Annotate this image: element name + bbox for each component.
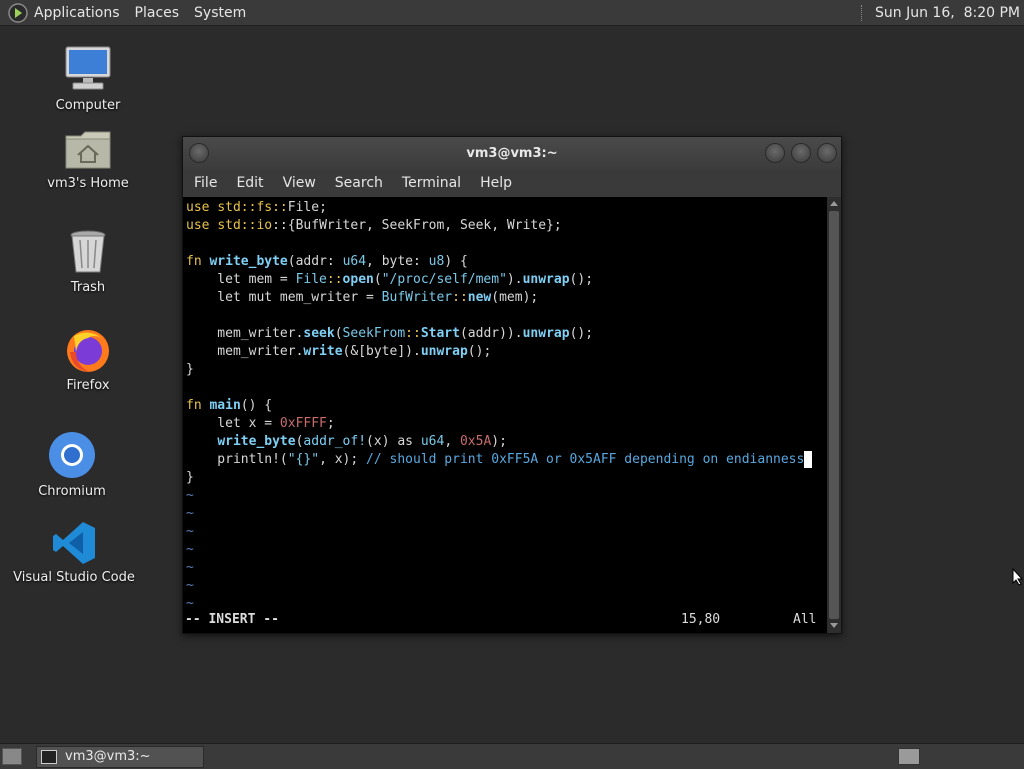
mouse-pointer-icon xyxy=(1012,568,1024,586)
desktop-icon-label: Firefox xyxy=(66,378,110,393)
menu-help[interactable]: Help xyxy=(480,175,512,191)
empty-line-marker: ~ xyxy=(186,578,194,593)
terminal-window[interactable]: vm3@vm3:~ File Edit View Search Terminal… xyxy=(182,136,842,634)
menu-terminal[interactable]: Terminal xyxy=(402,175,461,191)
desktop-icon-label: Chromium xyxy=(38,484,106,499)
desktop-icon-home[interactable]: vm3's Home xyxy=(47,128,129,191)
chromium-icon xyxy=(49,432,95,478)
applications-menu[interactable]: Applications xyxy=(34,5,129,21)
desktop-icon-label: Visual Studio Code xyxy=(13,570,135,585)
terminal-content[interactable]: use std::fs::File; use std::io::{BufWrit… xyxy=(183,197,827,633)
scrollbar-thumb[interactable] xyxy=(829,211,839,619)
desktop-icon-trash[interactable]: Trash xyxy=(48,228,128,295)
empty-line-marker: ~ xyxy=(186,488,194,503)
computer-icon xyxy=(65,46,111,90)
distro-logo-icon[interactable] xyxy=(8,2,28,23)
home-folder-icon xyxy=(65,131,111,169)
panel-separator xyxy=(861,4,865,21)
title-bar[interactable]: vm3@vm3:~ xyxy=(183,137,841,169)
empty-line-marker: ~ xyxy=(186,524,194,539)
code-line: println!("{}", x); // should print 0xFF5… xyxy=(183,451,827,469)
code-line: } xyxy=(186,470,194,485)
code-line: let x = 0xFFFF; xyxy=(186,416,335,431)
clock[interactable]: Sun Jun 16, 8:20 PM xyxy=(875,5,1020,21)
terminal-scrollbar[interactable] xyxy=(827,197,841,633)
code-line: write_byte(addr_of!(x) as u64, 0x5A); xyxy=(217,434,507,449)
code-line: use std::io::{BufWriter, SeekFrom, Seek,… xyxy=(186,218,562,233)
show-desktop-icon[interactable] xyxy=(2,748,22,765)
code-line: fn write_byte(addr: u64, byte: u8) { xyxy=(186,254,468,269)
desktop-icon-label: vm3's Home xyxy=(47,176,129,191)
window-menu-button[interactable] xyxy=(189,143,209,163)
text-cursor xyxy=(804,451,813,468)
workspace-switcher[interactable] xyxy=(898,748,920,765)
maximize-button[interactable] xyxy=(791,143,811,163)
code-line: use std::fs::File; xyxy=(186,200,327,215)
code-line: let mem = File::open("/proc/self/mem").u… xyxy=(186,272,594,287)
code-line: fn main() { xyxy=(186,398,273,413)
desktop-icon-label: Computer xyxy=(55,98,121,113)
vscode-icon xyxy=(53,522,95,564)
desktop-icon-chromium[interactable]: Chromium xyxy=(32,430,112,499)
taskbar-item-label: vm3@vm3:~ xyxy=(65,749,151,764)
scroll-up-arrow-icon[interactable] xyxy=(830,201,838,206)
bottom-panel: vm3@vm3:~ xyxy=(0,743,1024,769)
terminal-menubar: File Edit View Search Terminal Help xyxy=(183,169,841,197)
firefox-icon xyxy=(67,330,109,372)
menu-search[interactable]: Search xyxy=(335,175,383,191)
top-panel: Applications Places System Sun Jun 16, 8… xyxy=(0,0,1024,26)
empty-line-marker: ~ xyxy=(186,560,194,575)
menu-file[interactable]: File xyxy=(194,175,217,191)
code-line: } xyxy=(186,362,194,377)
desktop-icon-label: Trash xyxy=(70,280,106,295)
window-title: vm3@vm3:~ xyxy=(466,145,558,161)
vim-mode: -- INSERT -- xyxy=(185,612,279,627)
code-line: mem_writer.write(&[byte]).unwrap(); xyxy=(186,344,492,359)
menu-view[interactable]: View xyxy=(283,175,316,191)
vim-status-line: -- INSERT -- 15,80 All xyxy=(185,611,825,629)
system-menu[interactable]: System xyxy=(194,5,255,21)
places-menu[interactable]: Places xyxy=(135,5,189,21)
taskbar-item-terminal[interactable]: vm3@vm3:~ xyxy=(36,745,204,768)
code-line: mem_writer.seek(SeekFrom::Start(addr)).u… xyxy=(186,326,594,341)
terminal-icon xyxy=(41,749,57,764)
cursor-position: 15,80 xyxy=(681,612,721,627)
minimize-button[interactable] xyxy=(765,143,785,163)
menu-edit[interactable]: Edit xyxy=(236,175,263,191)
desktop-icon-firefox[interactable]: Firefox xyxy=(48,326,128,393)
close-button[interactable] xyxy=(817,143,837,163)
desktop-icon-computer[interactable]: Computer xyxy=(48,44,128,113)
code-line: let mut mem_writer = BufWriter::new(mem)… xyxy=(186,290,539,305)
scroll-indicator: All xyxy=(793,612,817,627)
empty-line-marker: ~ xyxy=(186,542,194,557)
empty-line-marker: ~ xyxy=(186,506,194,521)
scroll-down-arrow-icon[interactable] xyxy=(830,623,838,628)
desktop-icon-vscode[interactable]: Visual Studio Code xyxy=(13,520,135,585)
trash-icon xyxy=(70,230,106,273)
